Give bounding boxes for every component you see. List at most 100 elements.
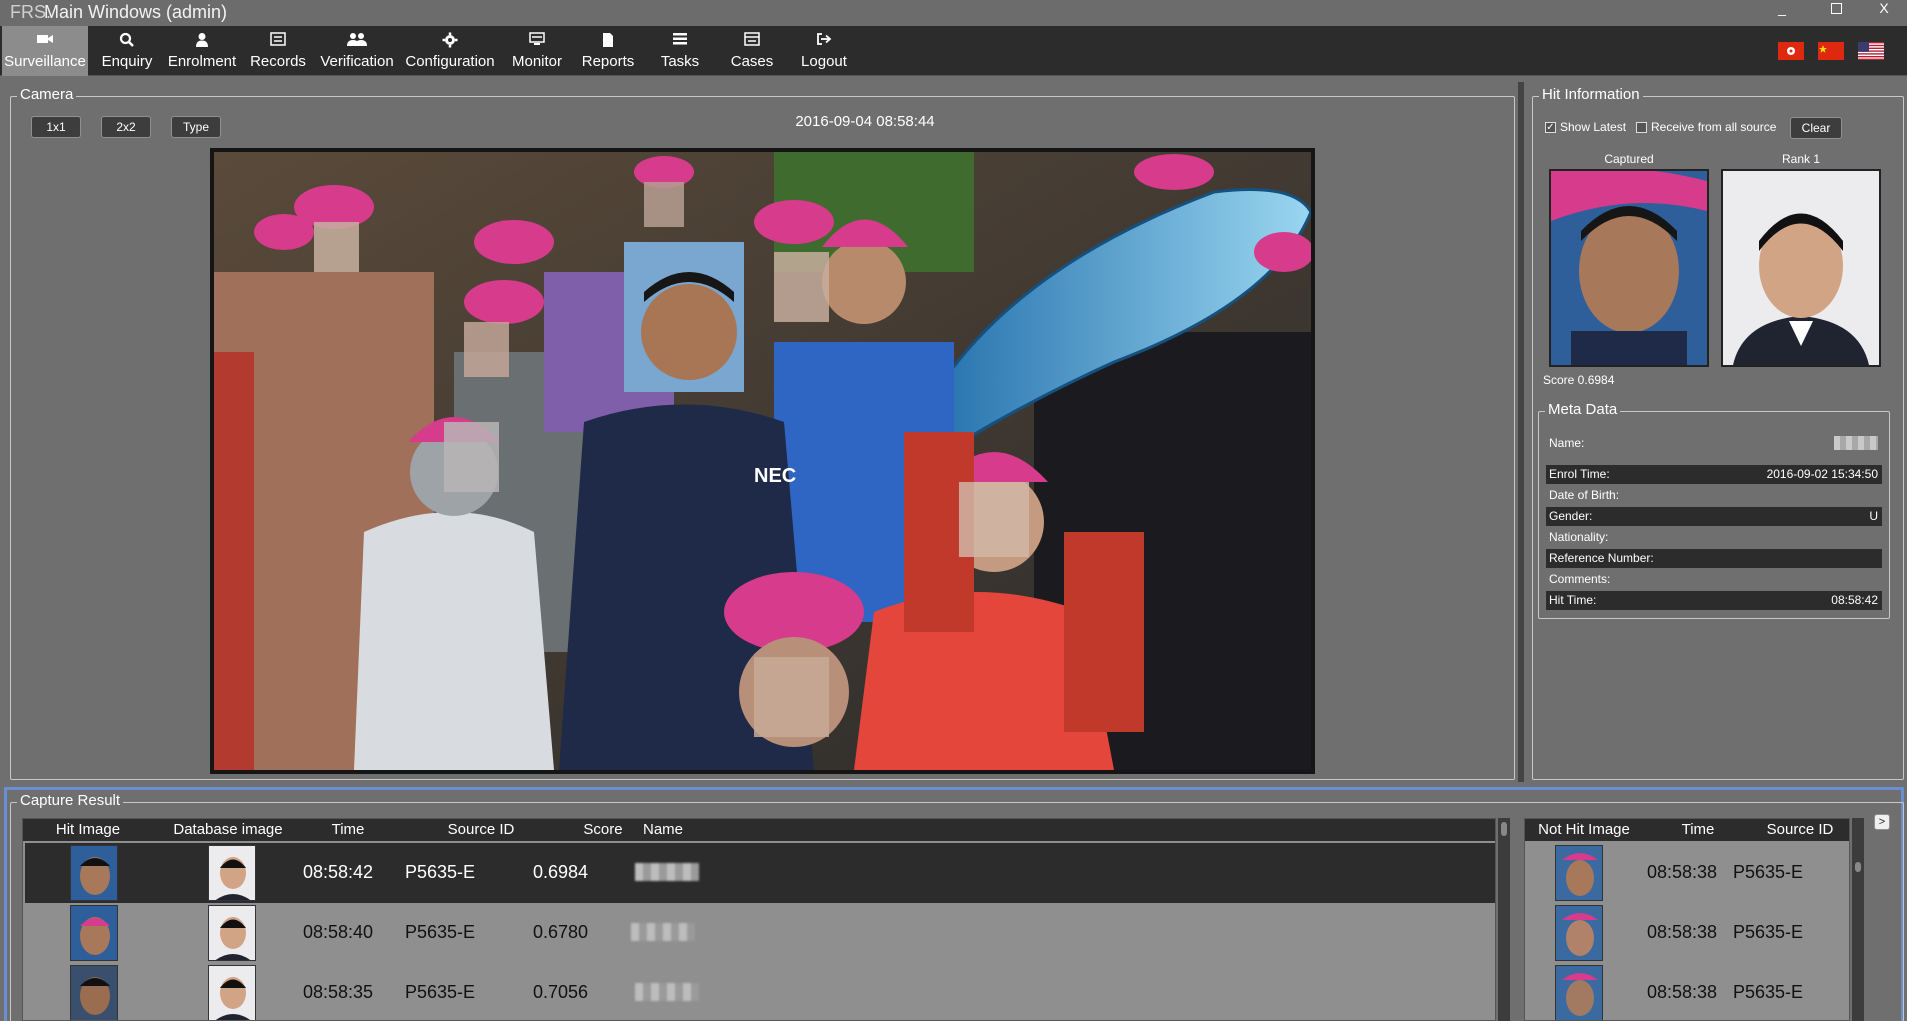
not-hit-thumbnail [1555, 845, 1603, 901]
meta-dob-row: Date of Birth: [1549, 488, 1620, 502]
user-icon [164, 32, 240, 52]
hit-name-blurred [635, 983, 699, 1001]
not-hit-thumbnail [1555, 965, 1603, 1020]
tab-verification[interactable]: Verification [316, 26, 398, 76]
tab-monitor[interactable]: Monitor [502, 26, 572, 76]
not-hit-source-id: P5635-E [1733, 922, 1804, 942]
crowd-scene-image: NEC [214, 152, 1311, 770]
type-button[interactable]: Type [171, 116, 221, 138]
match-score: Score 0.6984 [1543, 373, 1615, 387]
scrollbar-thumb[interactable] [1501, 822, 1507, 836]
database-thumbnail [208, 905, 256, 961]
col-name[interactable]: Name [623, 821, 713, 838]
checkbox-unchecked-icon [1636, 121, 1647, 133]
scrollbar-thumb[interactable] [1855, 862, 1861, 872]
main-toolbar: Surveillance Enquiry Enrolment Records V… [0, 26, 1907, 76]
rank-1-label: Rank 1 [1781, 152, 1821, 166]
expand-button[interactable]: > [1874, 814, 1890, 830]
not-hit-source-id: P5635-E [1733, 862, 1804, 882]
col-database-image[interactable]: Database image [163, 821, 293, 838]
not-hit-time: 08:58:38 [1647, 922, 1718, 942]
hit-row[interactable]: 08:58:35 P5635-E 0.7056 [25, 963, 1495, 1020]
col-source-id[interactable]: Source ID [421, 821, 541, 838]
hit-thumbnail [70, 905, 118, 961]
hit-thumbnail [70, 965, 118, 1020]
hit-thumbnail [70, 845, 118, 901]
show-latest-checkbox[interactable]: ✓ Show Latest [1545, 120, 1626, 134]
hit-source-id: P5635-E [405, 982, 476, 1002]
not-hit-row[interactable]: 08:58:38 P5635-E [1527, 843, 1849, 903]
not-hit-row[interactable]: 08:58:38 P5635-E [1527, 963, 1849, 1020]
hit-time: 08:58:42 [303, 862, 374, 882]
name-blurred-value [1834, 436, 1878, 450]
col-time[interactable]: Time [313, 821, 383, 838]
users-icon [316, 32, 398, 52]
camera-legend: Camera [17, 86, 77, 103]
tab-surveillance[interactable]: Surveillance [2, 26, 88, 76]
rank-1-face-image [1721, 169, 1881, 367]
records-icon [246, 32, 310, 52]
layout-1x1-button[interactable]: 1x1 [31, 116, 81, 138]
hit-time: 08:58:35 [303, 982, 374, 1002]
hit-name-blurred [635, 863, 699, 881]
hit-row[interactable]: 08:58:42 P5635-E 0.6984 [25, 843, 1495, 903]
not-hit-table: Not Hit Image Time Source ID 08:58:38 P5… [1524, 818, 1850, 1021]
col-hit-image[interactable]: Hit Image [33, 821, 143, 838]
not-hit-time: 08:58:38 [1647, 982, 1718, 1002]
minimize-button[interactable]: _ [1764, 0, 1800, 18]
captured-label: Captured [1604, 152, 1654, 166]
hit-score: 0.7056 [533, 982, 589, 1002]
not-hit-scrollbar[interactable] [1852, 818, 1864, 1021]
shirt-logo-text: NEC [754, 465, 796, 487]
tab-reports[interactable]: Reports [576, 26, 640, 76]
hit-results-table: Hit Image Database image Time Source ID … [22, 818, 1496, 1021]
hit-time: 08:58:40 [303, 922, 374, 942]
receive-all-source-checkbox[interactable]: Receive from all source [1636, 120, 1776, 134]
clear-button[interactable]: Clear [1790, 117, 1842, 139]
col-not-hit-image[interactable]: Not Hit Image [1529, 821, 1639, 838]
tab-enquiry[interactable]: Enquiry [94, 26, 160, 76]
title-bar: FRS. Main Windows (admin) _ X [0, 0, 1907, 26]
hit-table-scrollbar[interactable] [1498, 818, 1510, 1021]
monitor-icon [502, 32, 572, 52]
meta-hit-time-row: Hit Time: 08:58:42 [1546, 591, 1882, 610]
not-hit-time: 08:58:38 [1647, 862, 1718, 882]
maximize-button[interactable] [1818, 0, 1854, 18]
meta-enrol-time-row: Enrol Time: 2016-09-02 15:34:50 [1546, 465, 1882, 484]
layout-2x2-button[interactable]: 2x2 [101, 116, 151, 138]
camera-timestamp: 2016-09-04 08:58:44 [795, 113, 935, 130]
capture-result-legend: Capture Result [17, 792, 124, 809]
hong-kong-flag[interactable] [1778, 42, 1804, 60]
hit-score: 0.6780 [533, 922, 589, 942]
not-hit-row[interactable]: 08:58:38 P5635-E [1527, 903, 1849, 963]
col-not-hit-time[interactable]: Time [1663, 821, 1733, 838]
gear-icon [404, 32, 496, 52]
report-icon [576, 32, 640, 52]
video-camera-icon [2, 32, 88, 52]
col-not-hit-source-id[interactable]: Source ID [1750, 821, 1849, 838]
hit-information-legend: Hit Information [1539, 86, 1643, 103]
window-title: Main Windows (admin) [44, 2, 228, 22]
cases-icon [722, 32, 782, 52]
hit-source-id: P5635-E [405, 922, 476, 942]
us-flag[interactable] [1858, 42, 1884, 60]
tab-records[interactable]: Records [246, 26, 310, 76]
meta-gender-row: Gender: U [1546, 507, 1882, 526]
not-hit-table-header: Not Hit Image Time Source ID [1525, 819, 1849, 841]
close-button[interactable]: X [1866, 0, 1902, 18]
camera-video-feed[interactable]: NEC [210, 148, 1315, 774]
hit-source-id: P5635-E [405, 862, 476, 882]
tab-tasks[interactable]: Tasks [650, 26, 710, 76]
database-thumbnail [208, 965, 256, 1020]
meta-nationality-row: Nationality: [1549, 530, 1609, 544]
tab-configuration[interactable]: Configuration [404, 26, 496, 76]
tab-logout[interactable]: Logout [794, 26, 854, 76]
meta-reference-row: Reference Number: [1546, 549, 1882, 568]
panel-splitter[interactable] [1518, 82, 1524, 782]
hit-row[interactable]: 08:58:40 P5635-E 0.6780 [25, 903, 1495, 963]
tab-enrolment[interactable]: Enrolment [164, 26, 240, 76]
list-icon [650, 32, 710, 52]
china-flag[interactable] [1818, 42, 1844, 60]
tab-cases[interactable]: Cases [722, 26, 782, 76]
logout-icon [794, 32, 854, 52]
